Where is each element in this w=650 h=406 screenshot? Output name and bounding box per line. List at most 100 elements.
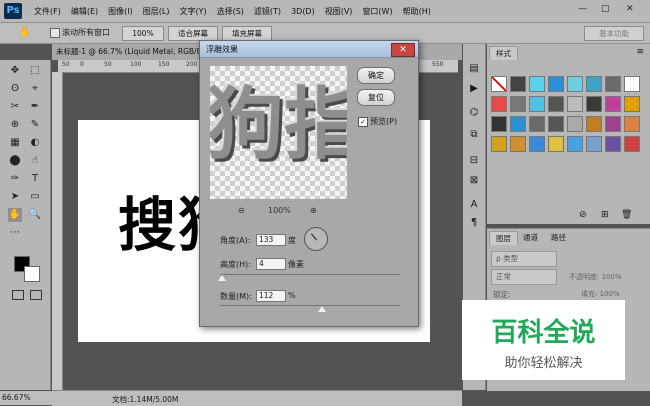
- blend-mode-select[interactable]: 正常: [491, 269, 557, 285]
- dodge-tool-icon[interactable]: ✑: [8, 172, 22, 186]
- style-swatch[interactable]: [586, 96, 602, 112]
- amount-slider[interactable]: [220, 305, 400, 306]
- crop-tool-icon[interactable]: ✂: [8, 100, 22, 114]
- style-swatch[interactable]: [605, 96, 621, 112]
- style-swatch[interactable]: [548, 76, 564, 92]
- properties-panel-icon[interactable]: ⊟: [467, 154, 481, 168]
- screen-mode-icon[interactable]: [30, 290, 42, 300]
- style-swatch[interactable]: [586, 136, 602, 152]
- menu-help[interactable]: 帮助(H): [403, 6, 431, 17]
- lasso-tool-icon[interactable]: ʘ: [8, 82, 22, 96]
- hand-tool-icon[interactable]: ✋: [8, 208, 22, 222]
- menu-view[interactable]: 视图(V): [325, 6, 353, 17]
- style-swatch[interactable]: [548, 96, 564, 112]
- tab-paths[interactable]: 路径: [545, 231, 572, 244]
- style-swatch[interactable]: [624, 116, 640, 132]
- style-swatch[interactable]: [510, 76, 526, 92]
- zoom-in-icon[interactable]: ⊕: [310, 206, 317, 215]
- fit-screen-button[interactable]: 适合屏幕: [168, 26, 218, 41]
- hand-tool-icon[interactable]: ✋: [18, 26, 32, 40]
- height-slider[interactable]: [220, 274, 400, 275]
- style-swatch[interactable]: [510, 136, 526, 152]
- adjustments-panel-icon[interactable]: ⊠: [467, 174, 481, 188]
- character-panel-icon[interactable]: A: [467, 198, 481, 212]
- rectangle-tool-icon[interactable]: ▭: [28, 190, 42, 204]
- style-swatch[interactable]: [548, 136, 564, 152]
- style-swatch[interactable]: [586, 76, 602, 92]
- menu-filter[interactable]: 滤镜(T): [254, 6, 281, 17]
- ok-button[interactable]: 确定: [357, 67, 395, 84]
- opacity-field[interactable]: 不透明度: 100%: [569, 272, 622, 282]
- style-swatch[interactable]: [529, 96, 545, 112]
- style-swatch[interactable]: [491, 116, 507, 132]
- tab-styles[interactable]: 样式: [489, 46, 518, 60]
- move-tool-icon[interactable]: ✥: [8, 64, 22, 78]
- path-select-tool-icon[interactable]: ➤: [8, 190, 22, 204]
- background-color-swatch[interactable]: [24, 266, 40, 282]
- style-swatch[interactable]: [567, 136, 583, 152]
- actions-panel-icon[interactable]: ▶: [467, 82, 481, 96]
- angle-input[interactable]: 133: [256, 234, 286, 246]
- angle-dial[interactable]: [304, 227, 328, 251]
- style-swatch[interactable]: [529, 116, 545, 132]
- style-swatch[interactable]: [491, 136, 507, 152]
- history-brush-tool-icon[interactable]: ◐: [28, 136, 42, 150]
- healing-tool-icon[interactable]: ⊕: [8, 118, 22, 132]
- marquee-tool-icon[interactable]: ⬚: [28, 64, 42, 78]
- tab-channels[interactable]: 通道: [517, 231, 544, 244]
- layer-kind-filter[interactable]: ρ 类型: [491, 251, 557, 267]
- menu-image[interactable]: 图像(I): [108, 6, 133, 17]
- zoom-value-button[interactable]: 100%: [122, 26, 164, 41]
- new-style-icon[interactable]: ⊞: [601, 210, 609, 220]
- workspace-select[interactable]: 基本功能: [584, 26, 644, 41]
- style-swatch[interactable]: [567, 76, 583, 92]
- height-input[interactable]: 4: [256, 258, 286, 270]
- eraser-tool-icon[interactable]: ⬤: [8, 154, 22, 168]
- menu-layer[interactable]: 图层(L): [143, 6, 170, 17]
- style-swatch[interactable]: [624, 76, 640, 92]
- minimize-button[interactable]: —: [578, 4, 587, 14]
- scroll-all-windows-checkbox[interactable]: [50, 28, 60, 38]
- menu-type[interactable]: 文字(Y): [179, 6, 206, 17]
- menu-file[interactable]: 文件(F): [34, 6, 61, 17]
- maximize-button[interactable]: □: [601, 4, 610, 14]
- no-style-icon[interactable]: ⊘: [579, 210, 587, 220]
- panel-menu-icon[interactable]: ≡: [636, 47, 644, 57]
- style-swatch[interactable]: [510, 116, 526, 132]
- history-panel-icon[interactable]: ▤: [467, 62, 481, 76]
- fill-screen-button[interactable]: 填充屏幕: [222, 26, 272, 41]
- style-swatch[interactable]: [605, 136, 621, 152]
- style-swatch[interactable]: [491, 96, 507, 112]
- dialog-close-button[interactable]: ✕: [391, 43, 415, 57]
- menu-window[interactable]: 窗口(W): [362, 6, 392, 17]
- brush-tool-icon[interactable]: ✎: [28, 118, 42, 132]
- zoom-tool-icon[interactable]: 🔍: [28, 208, 42, 222]
- quick-select-tool-icon[interactable]: ⌖: [28, 82, 42, 96]
- filter-preview[interactable]: 狗指: [210, 66, 347, 199]
- delete-style-icon[interactable]: 🗑: [621, 210, 632, 220]
- style-swatch[interactable]: [491, 76, 507, 92]
- style-swatch[interactable]: [624, 96, 640, 112]
- clone-source-icon[interactable]: ⧉: [467, 128, 481, 142]
- gradient-tool-icon[interactable]: ☝: [28, 154, 42, 168]
- amount-input[interactable]: 112: [256, 290, 286, 302]
- stamp-tool-icon[interactable]: ▦: [8, 136, 22, 150]
- document-tab[interactable]: 未标题-1 @ 66.7% (Liquid Metal, RGB/8: [56, 46, 201, 57]
- tab-layers[interactable]: 图层: [489, 231, 518, 245]
- style-swatch[interactable]: [529, 136, 545, 152]
- menu-3d[interactable]: 3D(D): [291, 7, 315, 16]
- style-swatch[interactable]: [605, 116, 621, 132]
- style-swatch[interactable]: [567, 96, 583, 112]
- reset-button[interactable]: 复位: [357, 89, 395, 106]
- type-tool-icon[interactable]: T: [28, 172, 42, 186]
- close-window-button[interactable]: ✕: [626, 4, 634, 14]
- fill-field[interactable]: 填充: 100%: [581, 289, 620, 299]
- style-swatch[interactable]: [567, 116, 583, 132]
- brush-panel-icon[interactable]: ⌬: [467, 106, 481, 120]
- more-tools-icon[interactable]: ⋯: [8, 226, 22, 240]
- dialog-title-bar[interactable]: 浮雕效果 ✕: [200, 41, 418, 58]
- quick-mask-icon[interactable]: [12, 290, 24, 300]
- style-swatch[interactable]: [548, 116, 564, 132]
- paragraph-panel-icon[interactable]: ¶: [467, 216, 481, 230]
- eyedropper-tool-icon[interactable]: ✒: [28, 100, 42, 114]
